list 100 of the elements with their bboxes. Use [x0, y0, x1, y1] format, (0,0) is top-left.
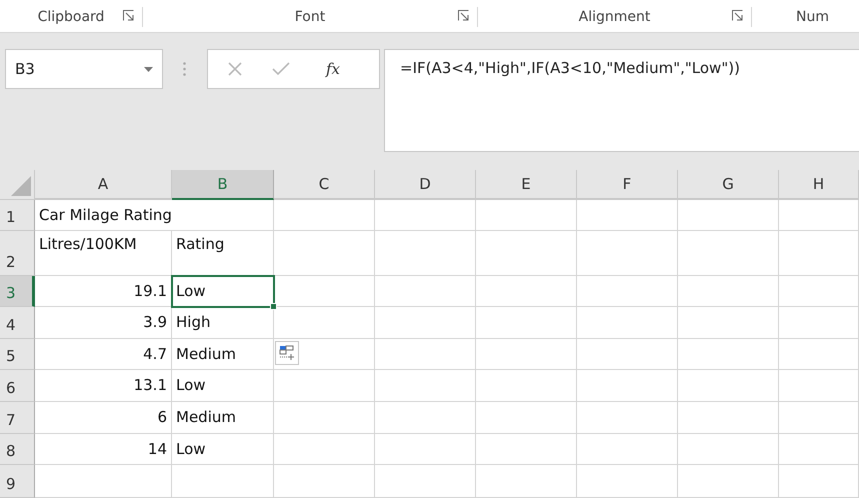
ribbon-group-label: Clipboard: [38, 8, 104, 27]
column-header[interactable]: H: [779, 170, 859, 200]
table-cell[interactable]: [274, 402, 375, 434]
dialog-launcher-icon[interactable]: [123, 10, 134, 21]
table-cell[interactable]: [678, 276, 779, 307]
table-cell[interactable]: [274, 434, 375, 465]
table-cell[interactable]: [779, 276, 859, 307]
table-cell[interactable]: [779, 231, 859, 276]
table-cell[interactable]: [779, 370, 859, 402]
table-cell[interactable]: [779, 434, 859, 465]
ribbon-group-label: Num: [796, 8, 829, 27]
table-cell[interactable]: 13.1: [35, 370, 172, 402]
table-cell[interactable]: [678, 200, 779, 231]
table-cell[interactable]: [375, 276, 476, 307]
table-cell[interactable]: Litres/100KM: [35, 231, 172, 276]
column-header[interactable]: E: [476, 170, 577, 200]
table-cell[interactable]: [678, 465, 779, 498]
table-cell[interactable]: [274, 339, 375, 370]
table-cell[interactable]: 4.7: [35, 339, 172, 370]
select-all-icon[interactable]: [11, 176, 31, 196]
table-cell[interactable]: [375, 307, 476, 339]
table-cell[interactable]: [274, 231, 375, 276]
table-cell[interactable]: Low: [172, 276, 274, 307]
table-cell[interactable]: [375, 402, 476, 434]
row-header[interactable]: 9: [0, 465, 35, 498]
table-cell[interactable]: [678, 402, 779, 434]
quick-analysis-button[interactable]: [275, 341, 299, 365]
row-header[interactable]: 7: [0, 402, 35, 434]
column-header[interactable]: B: [172, 170, 274, 200]
table-cell[interactable]: [678, 307, 779, 339]
table-cell[interactable]: [476, 307, 577, 339]
table-cell[interactable]: [678, 339, 779, 370]
drag-handle-icon[interactable]: [183, 62, 186, 76]
table-cell[interactable]: [476, 434, 577, 465]
table-cell[interactable]: [476, 200, 577, 231]
table-cell[interactable]: [678, 434, 779, 465]
table-cell[interactable]: [375, 465, 476, 498]
table-cell[interactable]: [375, 434, 476, 465]
table-cell[interactable]: [577, 402, 678, 434]
table-cell[interactable]: [577, 370, 678, 402]
table-cell[interactable]: 19.1: [35, 276, 172, 307]
table-cell[interactable]: [577, 231, 678, 276]
table-cell[interactable]: Car Milage Rating: [35, 200, 274, 231]
table-cell[interactable]: [577, 434, 678, 465]
table-cell[interactable]: 14: [35, 434, 172, 465]
table-cell[interactable]: [274, 276, 375, 307]
table-cell[interactable]: Medium: [172, 339, 274, 370]
column-header[interactable]: G: [678, 170, 779, 200]
table-cell[interactable]: High: [172, 307, 274, 339]
column-header[interactable]: D: [375, 170, 476, 200]
table-cell[interactable]: [779, 465, 859, 498]
dialog-launcher-icon[interactable]: [458, 10, 469, 21]
table-cell[interactable]: [476, 231, 577, 276]
table-cell[interactable]: [577, 339, 678, 370]
table-cell[interactable]: [476, 465, 577, 498]
name-box[interactable]: B3: [5, 49, 163, 89]
table-cell[interactable]: [274, 200, 375, 231]
table-cell[interactable]: [375, 339, 476, 370]
table-cell[interactable]: 3.9: [35, 307, 172, 339]
table-cell[interactable]: [779, 200, 859, 231]
row-header[interactable]: 4: [0, 307, 35, 339]
fill-handle[interactable]: [270, 303, 277, 310]
row-header[interactable]: 3: [0, 276, 35, 307]
table-cell[interactable]: Low: [172, 434, 274, 465]
table-cell[interactable]: [375, 370, 476, 402]
table-cell[interactable]: [375, 200, 476, 231]
table-cell[interactable]: [678, 231, 779, 276]
table-cell[interactable]: 6: [35, 402, 172, 434]
row-header[interactable]: 8: [0, 434, 35, 465]
table-cell[interactable]: [476, 370, 577, 402]
table-cell[interactable]: [375, 231, 476, 276]
table-cell[interactable]: Medium: [172, 402, 274, 434]
table-cell[interactable]: [476, 276, 577, 307]
table-cell[interactable]: [476, 339, 577, 370]
table-cell[interactable]: [577, 200, 678, 231]
insert-function-button[interactable]: fx: [326, 58, 340, 80]
table-cell[interactable]: [274, 465, 375, 498]
table-cell[interactable]: [274, 307, 375, 339]
table-cell[interactable]: Rating: [172, 231, 274, 276]
column-header[interactable]: F: [577, 170, 678, 200]
row-header[interactable]: 6: [0, 370, 35, 402]
column-header[interactable]: C: [274, 170, 375, 200]
table-cell[interactable]: [678, 370, 779, 402]
table-cell[interactable]: [779, 339, 859, 370]
table-cell[interactable]: [779, 402, 859, 434]
table-cell[interactable]: [172, 465, 274, 498]
row-header[interactable]: 5: [0, 339, 35, 370]
table-cell[interactable]: [779, 307, 859, 339]
row-header[interactable]: 2: [0, 231, 35, 276]
table-cell[interactable]: [577, 276, 678, 307]
table-cell[interactable]: [35, 465, 172, 498]
column-header[interactable]: A: [35, 170, 172, 200]
dialog-launcher-icon[interactable]: [732, 10, 743, 21]
table-cell[interactable]: [577, 307, 678, 339]
table-cell[interactable]: Low: [172, 370, 274, 402]
formula-field[interactable]: =IF(A3<4,"High",IF(A3<10,"Medium","Low")): [384, 49, 859, 152]
row-header[interactable]: 1: [0, 200, 35, 231]
table-cell[interactable]: [476, 402, 577, 434]
table-cell[interactable]: [274, 370, 375, 402]
table-cell[interactable]: [577, 465, 678, 498]
